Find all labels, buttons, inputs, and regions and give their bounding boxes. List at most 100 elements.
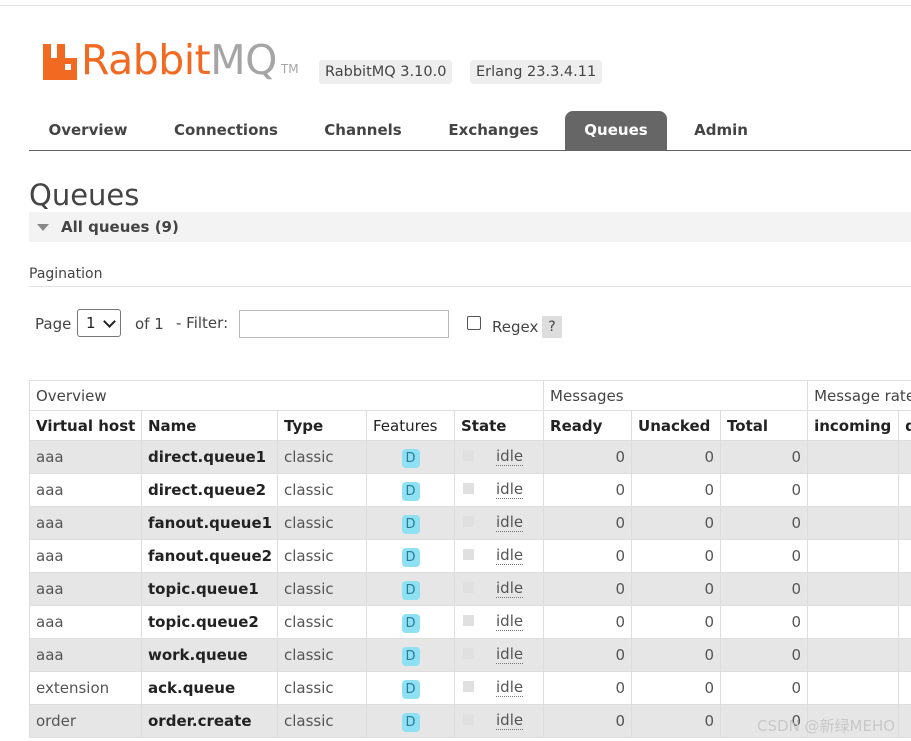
- state-indicator-icon: [463, 450, 474, 461]
- page-select-value: 1: [86, 314, 96, 332]
- deliver-rate-cell: [898, 638, 911, 672]
- unacked-count: 0: [631, 440, 722, 474]
- unacked-count: 0: [631, 506, 722, 540]
- features-cell: D: [366, 539, 455, 573]
- filter-input[interactable]: [239, 310, 449, 338]
- features-cell: D: [366, 605, 455, 639]
- table-row: aaa fanout.queue2 classic D idle 0 0 0: [29, 539, 911, 573]
- state-cell: idle: [453, 704, 545, 738]
- top-divider: [0, 5, 911, 6]
- watermark: CSDN @新绿MEHO: [757, 717, 896, 735]
- deliver-rate-cell: [898, 671, 911, 705]
- ready-count: 0: [543, 572, 633, 606]
- col-header-virtual-host[interactable]: Virtual host: [29, 410, 142, 441]
- table-row: extension ack.queue classic D idle 0 0 0: [29, 671, 911, 705]
- table-row: aaa fanout.queue1 classic D idle 0 0 0: [29, 506, 911, 540]
- durable-badge: D: [401, 613, 420, 633]
- state-text: idle: [496, 612, 524, 631]
- state-cell: idle: [453, 671, 545, 705]
- queue-name-link[interactable]: direct.queue2: [141, 473, 278, 507]
- tab-channels[interactable]: Channels: [311, 111, 415, 150]
- rabbitmq-logo[interactable]: Rabbit MQ TM: [43, 36, 299, 84]
- state-text: idle: [496, 447, 524, 466]
- deliver-rate-cell: [898, 704, 911, 738]
- vhost-cell: aaa: [29, 506, 142, 540]
- tab-queues[interactable]: Queues: [565, 111, 667, 150]
- unacked-count: 0: [631, 638, 722, 672]
- group-header-message-rate: Message rate: [807, 380, 911, 411]
- logo-brand-text: Rabbit: [81, 36, 211, 84]
- state-indicator-icon: [463, 582, 474, 593]
- vhost-cell: aaa: [29, 572, 142, 606]
- durable-badge: D: [401, 679, 420, 699]
- rabbitmq-version-badge: RabbitMQ 3.10.0: [319, 60, 453, 84]
- queues-table: Overview Messages Message rate Virtual h…: [28, 380, 911, 738]
- page-select[interactable]: 1: [77, 309, 121, 337]
- col-header-incoming[interactable]: incoming: [807, 410, 900, 441]
- regex-help-button[interactable]: ?: [542, 316, 562, 338]
- tab-overview[interactable]: Overview: [35, 111, 141, 150]
- page-title: Queues: [29, 178, 140, 212]
- vhost-cell: aaa: [29, 638, 142, 672]
- queue-name-link[interactable]: topic.queue2: [141, 605, 278, 639]
- state-cell: idle: [453, 605, 545, 639]
- state-cell: idle: [453, 572, 545, 606]
- vhost-cell: order: [29, 704, 142, 738]
- logo-trademark: TM: [280, 62, 299, 76]
- total-count: 0: [720, 671, 809, 705]
- col-header-type[interactable]: Type: [277, 410, 367, 441]
- incoming-rate-cell: [807, 671, 900, 705]
- queue-type-cell: classic: [277, 539, 367, 573]
- queue-name-link[interactable]: fanout.queue2: [141, 539, 278, 573]
- state-indicator-icon: [463, 549, 474, 560]
- table-row: aaa direct.queue1 classic D idle 0 0 0: [29, 440, 911, 474]
- ready-count: 0: [543, 671, 633, 705]
- state-indicator-icon: [463, 483, 474, 494]
- tab-exchanges[interactable]: Exchanges: [437, 111, 550, 150]
- deliver-rate-cell: [898, 473, 911, 507]
- unacked-count: 0: [631, 605, 722, 639]
- page-count-label: of 1: [135, 315, 164, 333]
- queue-type-cell: classic: [277, 605, 367, 639]
- features-cell: D: [366, 506, 455, 540]
- tab-connections[interactable]: Connections: [163, 111, 289, 150]
- col-header-name[interactable]: Name: [141, 410, 278, 441]
- queue-type-cell: classic: [277, 704, 367, 738]
- col-header-state[interactable]: State: [453, 410, 545, 441]
- incoming-rate-cell: [807, 638, 900, 672]
- queue-name-link[interactable]: direct.queue1: [141, 440, 278, 474]
- state-text: idle: [496, 645, 524, 664]
- logo-product-text: MQ: [210, 36, 277, 84]
- state-indicator-icon: [463, 615, 474, 626]
- erlang-version-badge: Erlang 23.3.4.11: [470, 60, 603, 84]
- incoming-rate-cell: [807, 605, 900, 639]
- col-header-ready[interactable]: Ready: [543, 410, 633, 441]
- col-header-total[interactable]: Total: [720, 410, 809, 441]
- ready-count: 0: [543, 440, 633, 474]
- state-cell: idle: [453, 638, 545, 672]
- queue-name-link[interactable]: fanout.queue1: [141, 506, 278, 540]
- total-count: 0: [720, 572, 809, 606]
- queue-name-link[interactable]: work.queue: [141, 638, 278, 672]
- state-cell: idle: [453, 473, 545, 507]
- col-header-deliver[interactable]: d: [898, 410, 911, 441]
- queue-name-link[interactable]: ack.queue: [141, 671, 278, 705]
- deliver-rate-cell: [898, 572, 911, 606]
- col-header-unacked[interactable]: Unacked: [631, 410, 722, 441]
- durable-badge: D: [401, 580, 420, 600]
- queue-name-link[interactable]: order.create: [141, 704, 278, 738]
- table-row: aaa topic.queue2 classic D idle 0 0 0: [29, 605, 911, 639]
- chevron-down-icon: [103, 315, 116, 328]
- tab-admin[interactable]: Admin: [683, 111, 759, 150]
- state-text: idle: [496, 579, 524, 598]
- features-cell: D: [366, 473, 455, 507]
- features-cell: D: [366, 704, 455, 738]
- state-cell: idle: [453, 440, 545, 474]
- queue-name-link[interactable]: topic.queue1: [141, 572, 278, 606]
- deliver-rate-cell: [898, 605, 911, 639]
- regex-checkbox[interactable]: [467, 316, 481, 330]
- all-queues-section-toggle[interactable]: All queues (9): [29, 212, 911, 242]
- total-count: 0: [720, 638, 809, 672]
- features-cell: D: [366, 440, 455, 474]
- queue-type-cell: classic: [277, 473, 367, 507]
